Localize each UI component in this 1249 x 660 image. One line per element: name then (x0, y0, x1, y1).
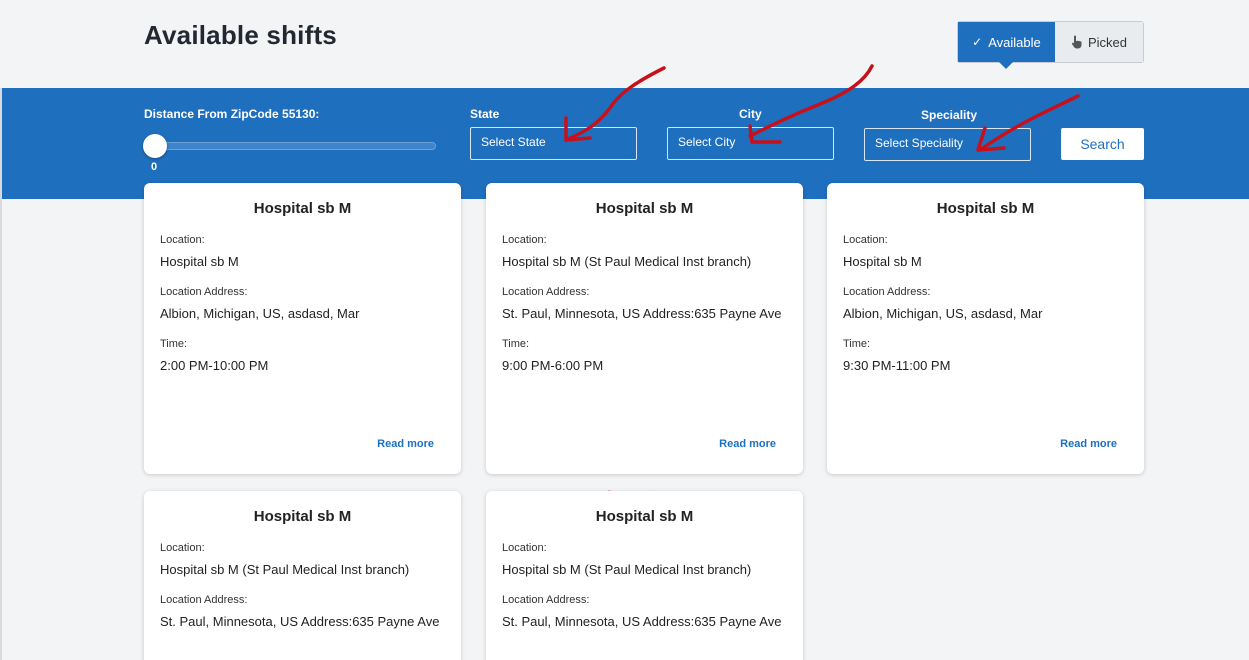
address-label: Location Address: (843, 286, 931, 298)
address-label: Location Address: (160, 286, 248, 298)
shift-card[interactable]: Hospital sb M Location: Hospital sb M Lo… (827, 183, 1144, 474)
address-label: Location Address: (502, 286, 590, 298)
speciality-select[interactable]: Select Speciality (864, 128, 1031, 161)
time-label: Time: (502, 338, 530, 350)
time-value: 9:30 PM-11:00 PM (843, 358, 951, 373)
location-value: Hospital sb M (843, 254, 922, 269)
city-label: City (739, 107, 762, 121)
location-value: Hospital sb M (St Paul Medical Inst bran… (160, 562, 410, 577)
address-value: St. Paul, Minnesota, US Address:635 Payn… (502, 306, 782, 321)
time-value: 9:00 PM-6:00 PM (502, 358, 604, 373)
location-value: Hospital sb M (160, 254, 239, 269)
available-label: Available (988, 34, 1041, 50)
hand-pointer-icon (1071, 35, 1082, 49)
location-label: Location: (502, 234, 547, 246)
distance-value: 0 (151, 161, 158, 173)
header: Available shifts ✓ Available Picked (0, 0, 1249, 88)
read-more-link[interactable]: Read more (719, 438, 776, 450)
shift-card[interactable]: Hospital sb M Location: Hospital sb M (S… (144, 491, 461, 660)
picked-label: Picked (1087, 34, 1127, 50)
state-label: State (470, 107, 500, 121)
city-select[interactable]: Select City (667, 127, 834, 160)
distance-slider-track[interactable] (156, 142, 436, 150)
search-button[interactable]: Search (1061, 128, 1144, 160)
address-label: Location Address: (502, 594, 590, 606)
card-title: Hospital sb M (595, 508, 694, 525)
location-label: Location: (843, 234, 888, 246)
card-title: Hospital sb M (595, 200, 694, 217)
time-label: Time: (160, 338, 188, 350)
card-title: Hospital sb M (253, 508, 352, 525)
check-icon: ✓ (972, 35, 983, 49)
location-value: Hospital sb M (St Paul Medical Inst bran… (502, 254, 752, 269)
available-toggle-button[interactable]: ✓ Available (958, 22, 1055, 69)
time-label: Time: (843, 338, 871, 350)
state-select[interactable]: Select State (470, 127, 637, 160)
shift-card[interactable]: Hospital sb M Location: Hospital sb M (S… (486, 491, 803, 660)
shift-card[interactable]: Hospital sb M Location: Hospital sb M Lo… (144, 183, 461, 474)
view-toggle: ✓ Available Picked (957, 21, 1144, 69)
location-value: Hospital sb M (St Paul Medical Inst bran… (502, 562, 752, 577)
card-title: Hospital sb M (936, 200, 1035, 217)
address-label: Location Address: (160, 594, 248, 606)
read-more-link[interactable]: Read more (377, 438, 434, 450)
location-label: Location: (502, 542, 547, 554)
address-value: Albion, Michigan, US, asdasd, Mar (843, 306, 1043, 321)
address-value: St. Paul, Minnesota, US Address:635 Payn… (160, 614, 440, 629)
speciality-label: Speciality (921, 108, 978, 122)
address-value: St. Paul, Minnesota, US Address:635 Payn… (502, 614, 782, 629)
distance-slider-handle[interactable] (143, 134, 167, 158)
card-title: Hospital sb M (253, 200, 352, 217)
picked-toggle-button[interactable]: Picked (1054, 22, 1143, 62)
distance-label: Distance From ZipCode 55130: (144, 107, 320, 121)
location-label: Location: (160, 542, 205, 554)
address-value: Albion, Michigan, US, asdasd, Mar (160, 306, 360, 321)
page-title: Available shifts (144, 20, 337, 50)
shift-card[interactable]: Hospital sb M Location: Hospital sb M (S… (486, 183, 803, 474)
location-label: Location: (160, 234, 205, 246)
read-more-link[interactable]: Read more (1060, 438, 1117, 450)
time-value: 2:00 PM-10:00 PM (160, 358, 269, 373)
